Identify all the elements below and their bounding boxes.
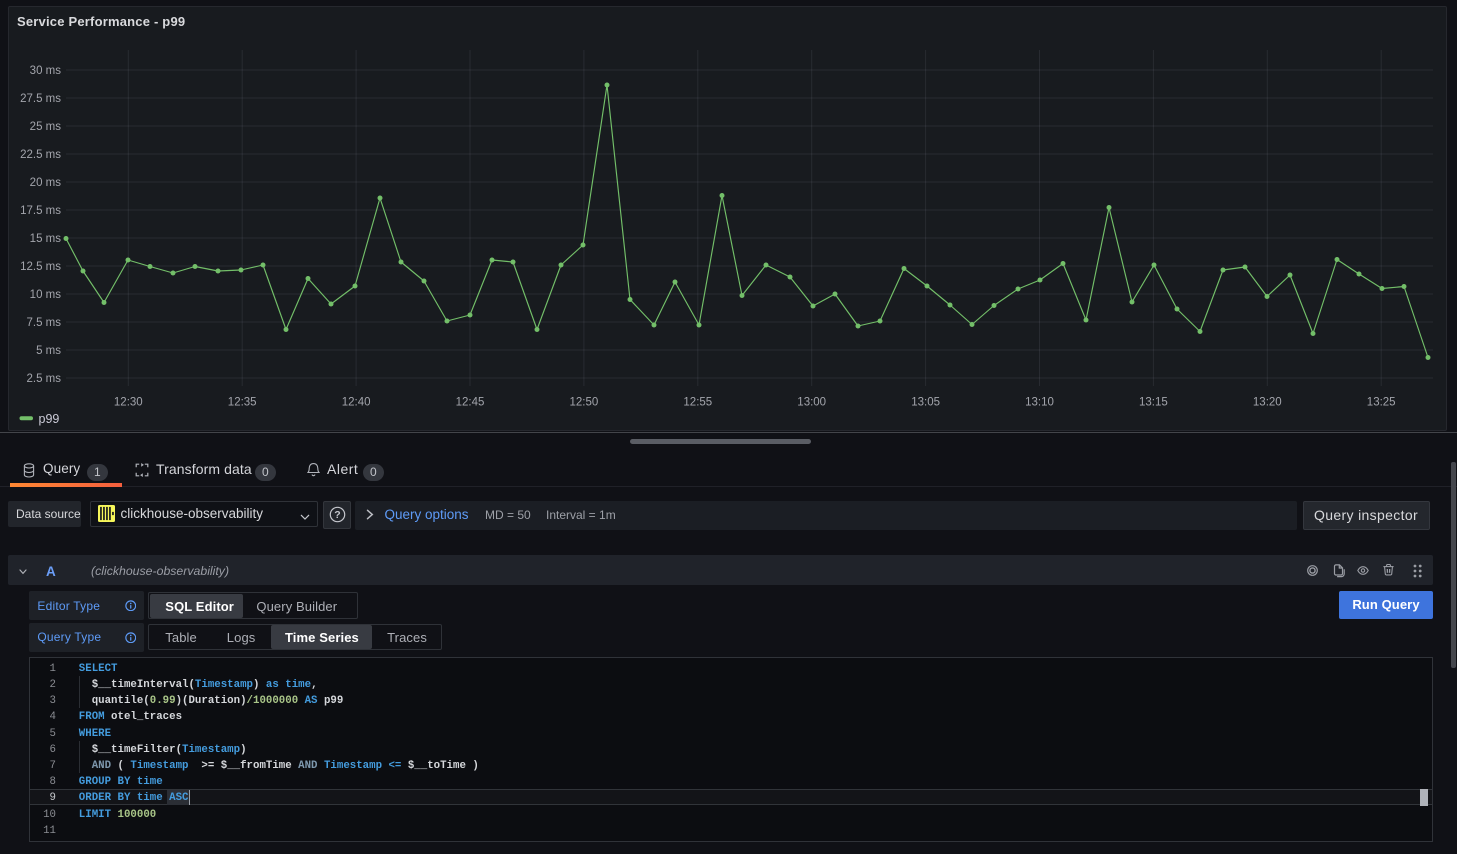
svg-text:13:05: 13:05: [911, 397, 940, 409]
svg-text:25 ms: 25 ms: [30, 121, 62, 133]
svg-text:12:40: 12:40: [342, 397, 371, 409]
svg-text:13:15: 13:15: [1139, 397, 1168, 409]
svg-text:12:30: 12:30: [114, 397, 143, 409]
svg-text:10 ms: 10 ms: [30, 289, 62, 301]
svg-text:15 ms: 15 ms: [30, 233, 62, 245]
svg-text:30 ms: 30 ms: [30, 65, 62, 77]
svg-text:27.5 ms: 27.5 ms: [20, 93, 61, 105]
svg-text:13:25: 13:25: [1367, 397, 1396, 409]
svg-text:12:45: 12:45: [456, 397, 485, 409]
svg-text:17.5 ms: 17.5 ms: [20, 205, 61, 217]
svg-text:12:50: 12:50: [570, 397, 599, 409]
svg-text:p99: p99: [39, 412, 60, 426]
svg-text:12.5 ms: 12.5 ms: [20, 261, 61, 273]
svg-text:12:35: 12:35: [228, 397, 257, 409]
svg-text:5 ms: 5 ms: [36, 345, 61, 357]
svg-text:2.5 ms: 2.5 ms: [26, 373, 61, 385]
svg-text:12:55: 12:55: [683, 397, 712, 409]
svg-text:?: ?: [334, 509, 340, 521]
svg-text:20 ms: 20 ms: [30, 177, 62, 189]
svg-text:13:20: 13:20: [1253, 397, 1282, 409]
svg-text:7.5 ms: 7.5 ms: [26, 317, 61, 329]
svg-text:13:00: 13:00: [797, 397, 826, 409]
svg-text:22.5 ms: 22.5 ms: [20, 149, 61, 161]
svg-text:13:10: 13:10: [1025, 397, 1054, 409]
